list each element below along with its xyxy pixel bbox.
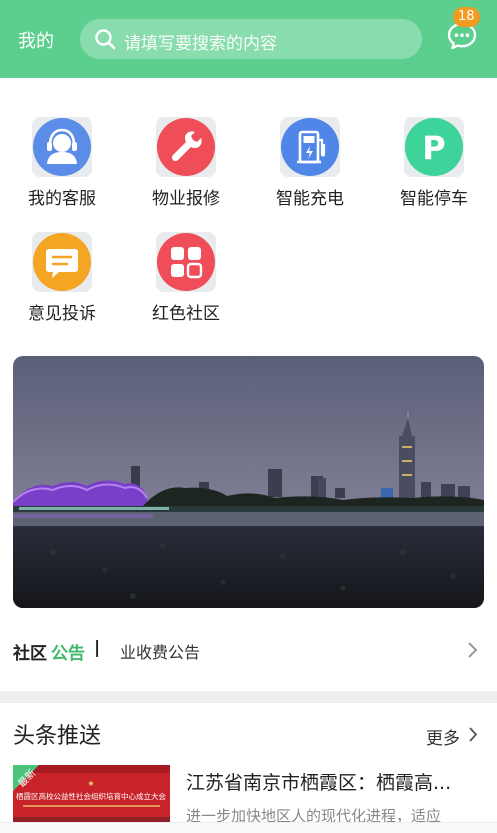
service-smart-parking[interactable]: P 智能停车	[384, 117, 484, 227]
feedback-icon	[33, 233, 91, 291]
search-input[interactable]: 请填写要搜索的内容	[80, 19, 422, 59]
wrench-icon	[157, 118, 215, 176]
notice-label-community: 社区	[13, 644, 47, 664]
service-label: 我的客服	[28, 189, 96, 209]
notice-separator: |	[94, 638, 101, 658]
service-feedback[interactable]: 意见投诉	[12, 232, 112, 342]
community-notice-bar[interactable]: 社区 公告 | 业收费公告	[0, 625, 497, 675]
notice-label-announcement: 公告	[51, 644, 85, 664]
svg-text:P: P	[422, 129, 445, 167]
headlines-title: 头条推送	[13, 724, 102, 749]
icon-tile: P	[404, 117, 464, 177]
night-skyline-picture	[13, 356, 484, 608]
notice-scroll-text[interactable]: 业收费公告	[120, 639, 200, 663]
service-label: 物业报修	[152, 189, 220, 209]
chevron-right-icon[interactable]	[468, 726, 478, 743]
news-title[interactable]: 江苏省南京市栖霞区：栖霞高...	[186, 768, 486, 795]
top-header: 我的 请填写要搜索的内容 18	[0, 0, 497, 78]
icon-tile	[156, 232, 216, 292]
more-link[interactable]: 更多	[426, 724, 460, 749]
service-label: 红色社区	[152, 304, 220, 324]
icon-tile	[280, 117, 340, 177]
charging-icon	[281, 118, 339, 176]
service-label: 智能充电	[276, 189, 344, 209]
banner-image[interactable]	[13, 356, 484, 608]
customer-service-icon	[33, 118, 91, 176]
service-customer-service[interactable]: 我的客服	[12, 117, 112, 227]
service-label: 智能停车	[400, 189, 468, 209]
search-icon	[95, 29, 116, 50]
icon-tile	[156, 117, 216, 177]
my-profile-link[interactable]: 我的	[18, 27, 54, 53]
search-placeholder: 请填写要搜索的内容	[124, 34, 277, 54]
service-label: 意见投诉	[28, 304, 96, 324]
service-red-community[interactable]: 红色社区	[136, 232, 236, 342]
icon-tile	[32, 117, 92, 177]
news-image-caption: 栖霞区高校公益性社会组织培育中心成立大会	[16, 791, 166, 801]
svg-text:★: ★	[87, 779, 94, 788]
parking-icon: P	[405, 118, 463, 176]
service-smart-charging[interactable]: 智能充电	[260, 117, 360, 227]
message-count-badge: 18	[453, 7, 480, 27]
icon-tile	[32, 232, 92, 292]
section-divider	[0, 691, 497, 703]
bottom-tab-bar[interactable]	[0, 822, 497, 833]
grid-apps-icon	[157, 233, 215, 291]
service-property-repair[interactable]: 物业报修	[136, 117, 236, 227]
chevron-right-icon[interactable]	[466, 641, 478, 659]
